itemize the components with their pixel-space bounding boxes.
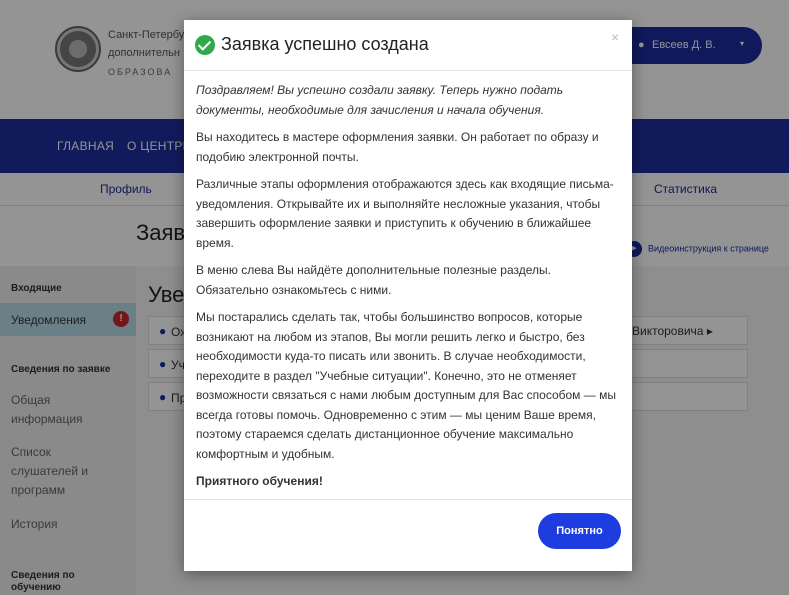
check-circle-icon: [195, 35, 215, 55]
modal-paragraph: Поздравляем! Вы успешно создали заявку. …: [196, 83, 564, 117]
modal-title: Заявка успешно создана: [221, 34, 429, 54]
close-icon[interactable]: ×: [611, 29, 619, 45]
modal-paragraph: Различные этапы оформления отображаются …: [196, 177, 614, 250]
modal-header: Заявка успешно создана ×: [184, 20, 632, 71]
ok-button[interactable]: Понятно: [538, 513, 621, 549]
success-modal: Заявка успешно создана × Поздравляем! Вы…: [184, 20, 632, 571]
modal-paragraph: Мы постарались сделать так, чтобы больши…: [196, 310, 616, 461]
modal-body: Поздравляем! Вы успешно создали заявку. …: [196, 81, 624, 500]
modal-closing: Приятного обучения!: [196, 474, 323, 488]
modal-paragraph: В меню слева Вы найдёте дополнительные п…: [196, 263, 551, 297]
modal-footer: Понятно: [184, 499, 632, 571]
modal-paragraph: Вы находитесь в мастере оформления заявк…: [196, 130, 599, 164]
